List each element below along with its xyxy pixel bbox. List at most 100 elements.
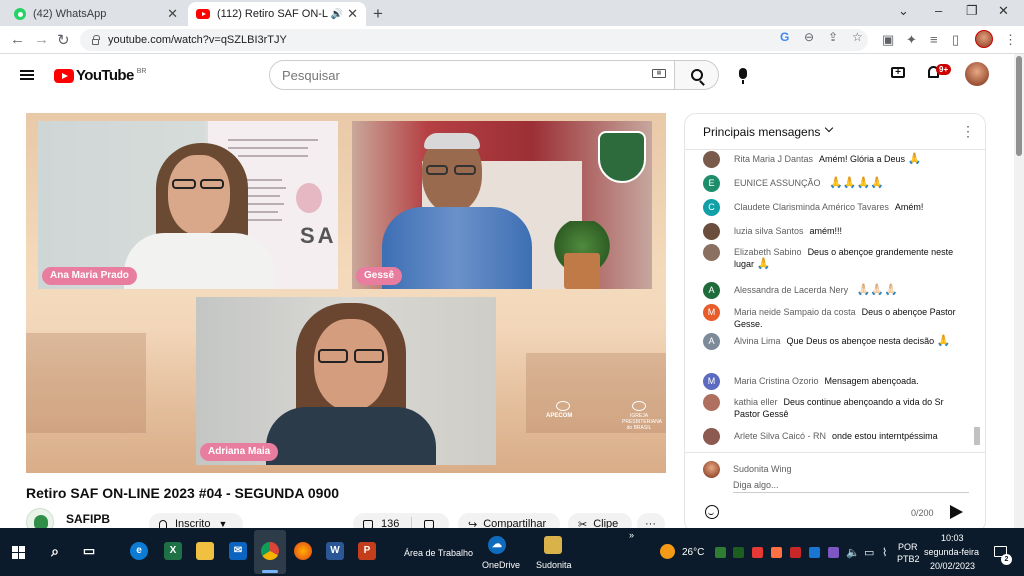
clock-time[interactable]: 10:03 bbox=[941, 533, 964, 543]
scrollbar-thumb[interactable] bbox=[1016, 56, 1022, 156]
chat-author[interactable]: luzia silva Santos bbox=[734, 226, 804, 236]
chat-author[interactable]: Alessandra de Lacerda Nery bbox=[734, 285, 848, 295]
firefox-icon[interactable] bbox=[294, 542, 312, 560]
keyboard-layout-indicator[interactable]: PTB2 bbox=[897, 554, 920, 564]
overflow-chevron-icon[interactable]: » bbox=[629, 530, 634, 540]
tray-app-icon[interactable] bbox=[790, 547, 801, 558]
chat-avatar[interactable]: E bbox=[703, 175, 720, 192]
tray-app-icon[interactable] bbox=[771, 547, 782, 558]
chat-avatar[interactable]: A bbox=[703, 282, 720, 299]
chat-author[interactable]: EUNICE ASSUNÇÃO bbox=[734, 178, 821, 188]
chat-author[interactable]: Maria Cristina Ozorio bbox=[734, 376, 819, 386]
send-icon[interactable] bbox=[950, 505, 963, 519]
chat-avatar[interactable]: A bbox=[703, 333, 720, 350]
chat-avatar[interactable] bbox=[703, 394, 720, 411]
microphone-icon[interactable] bbox=[739, 68, 747, 84]
user-folder-icon[interactable] bbox=[544, 536, 562, 554]
tray-app-icon[interactable] bbox=[733, 547, 744, 558]
onedrive-label[interactable]: OneDrive bbox=[482, 560, 520, 570]
search-icon[interactable]: ⌕ bbox=[46, 542, 64, 560]
omnibox[interactable]: youtube.com/watch?v=qSZLBI3rTJY bbox=[80, 29, 868, 51]
lock-icon[interactable] bbox=[92, 34, 100, 45]
onedrive-icon[interactable]: ☁ bbox=[488, 536, 506, 554]
tray-app-icon[interactable] bbox=[715, 547, 726, 558]
share-page-icon[interactable]: ⇪ bbox=[828, 30, 838, 44]
mail-icon[interactable]: ✉ bbox=[229, 542, 247, 560]
clock-day[interactable]: segunda-feira bbox=[924, 547, 979, 557]
account-avatar[interactable] bbox=[965, 62, 989, 86]
chat-input[interactable]: Diga algo... bbox=[733, 477, 969, 493]
url-text[interactable]: youtube.com/watch?v=qSZLBI3rTJY bbox=[108, 34, 287, 46]
tray-app-icon[interactable] bbox=[752, 547, 763, 558]
chat-scrollbar[interactable] bbox=[973, 151, 981, 451]
search-input[interactable]: Pesquisar bbox=[269, 60, 675, 90]
powerpoint-icon[interactable]: P bbox=[358, 542, 376, 560]
emoji-picker-icon[interactable] bbox=[705, 505, 719, 519]
close-window-button[interactable]: ✕ bbox=[998, 3, 1009, 19]
chat-avatar[interactable]: M bbox=[703, 304, 720, 321]
reading-list-icon[interactable]: ≡ bbox=[930, 32, 938, 47]
clock-date[interactable]: 20/02/2023 bbox=[930, 561, 975, 571]
wifi-icon[interactable]: ⌇ bbox=[882, 546, 887, 559]
chat-author[interactable]: Claudete Clarisminda Américo Tavares bbox=[734, 202, 889, 212]
profile-avatar[interactable] bbox=[975, 30, 993, 48]
language-indicator[interactable]: POR bbox=[898, 542, 918, 552]
puzzle-icon[interactable]: ✦ bbox=[906, 32, 917, 48]
extension-icon[interactable]: ▣ bbox=[882, 32, 894, 48]
chat-avatar[interactable] bbox=[703, 151, 720, 168]
bookmark-star-icon[interactable]: ☆ bbox=[852, 30, 863, 44]
video-player[interactable]: SA Ana Maria Prado Gessê Adriana Maia AP… bbox=[26, 113, 666, 473]
restore-button[interactable]: ❐ bbox=[966, 3, 978, 19]
edge-icon[interactable]: e bbox=[130, 542, 148, 560]
user-folder-label[interactable]: Sudonita bbox=[536, 560, 572, 570]
chat-avatar[interactable] bbox=[703, 244, 720, 261]
google-translate-icon[interactable]: G bbox=[780, 30, 789, 44]
chat-author[interactable]: kathia eller bbox=[734, 397, 778, 407]
tray-app-icon[interactable] bbox=[828, 547, 839, 558]
chat-messages[interactable]: Rita Maria J Dantas Amém! Glória a Deus 🙏… bbox=[685, 151, 985, 451]
menu-icon[interactable] bbox=[20, 70, 34, 80]
file-explorer-icon[interactable] bbox=[196, 542, 214, 560]
forward-icon[interactable]: → bbox=[34, 31, 49, 48]
word-icon[interactable]: W bbox=[326, 542, 344, 560]
tab-youtube[interactable]: (112) Retiro SAF ON-LINE 20 🔊 ✕ bbox=[188, 2, 366, 26]
task-view-icon[interactable]: ▭ bbox=[80, 542, 98, 560]
chat-author[interactable]: Maria neide Sampaio da costa bbox=[734, 307, 856, 317]
new-tab-button[interactable]: + bbox=[373, 4, 383, 24]
reload-icon[interactable]: ↻ bbox=[57, 31, 70, 49]
chevron-down-icon[interactable] bbox=[824, 123, 834, 133]
keyboard-icon[interactable]: ▦ bbox=[652, 69, 666, 78]
close-tab-icon[interactable]: ✕ bbox=[167, 6, 178, 22]
back-icon[interactable]: ← bbox=[10, 31, 25, 48]
chrome-icon[interactable] bbox=[261, 542, 279, 560]
weather-temp[interactable]: 26°C bbox=[682, 547, 704, 558]
minimize-button[interactable]: – bbox=[935, 3, 942, 18]
chat-avatar[interactable] bbox=[703, 223, 720, 240]
chat-scrollbar-thumb[interactable] bbox=[974, 427, 980, 445]
search-button[interactable] bbox=[675, 60, 719, 90]
desktop-toolbar-label[interactable]: Área de Trabalho bbox=[404, 548, 473, 558]
weather-icon[interactable] bbox=[660, 544, 675, 559]
chat-avatar[interactable]: C bbox=[703, 199, 720, 216]
chat-author[interactable]: Elizabeth Sabino bbox=[734, 247, 802, 257]
chat-author[interactable]: Rita Maria J Dantas bbox=[734, 154, 813, 164]
close-tab-icon[interactable]: ✕ bbox=[347, 6, 358, 22]
page-scrollbar[interactable] bbox=[1014, 54, 1024, 528]
chat-mode-label[interactable]: Principais mensagens bbox=[703, 125, 820, 139]
windows-start-icon[interactable] bbox=[12, 546, 25, 559]
chat-avatar[interactable]: M bbox=[703, 373, 720, 390]
chrome-menu-icon[interactable]: ⋮ bbox=[1004, 32, 1017, 48]
chat-author[interactable]: Arlete Silva Caicó - RN bbox=[734, 431, 826, 441]
tab-search-icon[interactable]: ⌄ bbox=[898, 3, 909, 19]
excel-icon[interactable]: X bbox=[164, 542, 182, 560]
side-panel-icon[interactable]: ▯ bbox=[952, 32, 959, 48]
chat-author[interactable]: Alvina Lima bbox=[734, 336, 781, 346]
channel-name[interactable]: SAFIPB bbox=[66, 512, 110, 526]
create-video-icon[interactable]: + bbox=[891, 67, 905, 78]
tray-app-icon[interactable] bbox=[809, 547, 820, 558]
volume-icon[interactable]: 🔈 bbox=[846, 546, 860, 559]
battery-icon[interactable]: ▭ bbox=[864, 546, 874, 559]
youtube-logo[interactable]: YouTube BR bbox=[54, 67, 146, 84]
tab-whatsapp[interactable]: (42) WhatsApp ✕ bbox=[6, 2, 186, 26]
speaker-icon[interactable]: 🔊 bbox=[331, 9, 343, 20]
